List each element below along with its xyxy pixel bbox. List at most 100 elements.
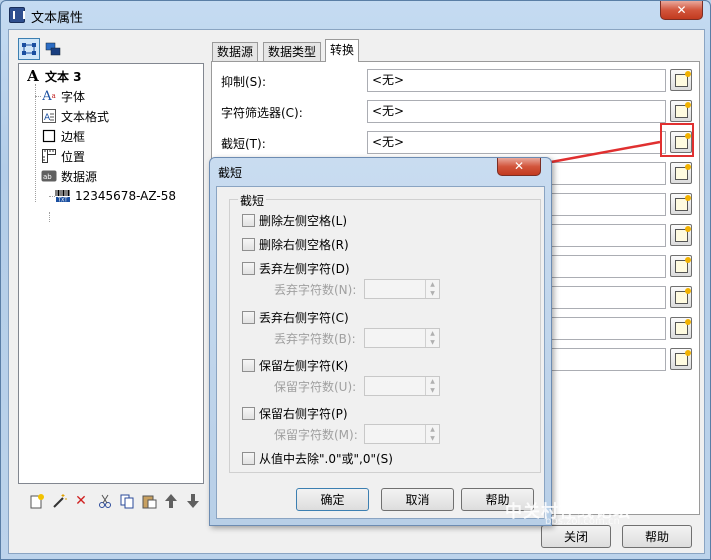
opt-discard-right[interactable]: 丢弃右侧字符(C) — [242, 309, 349, 326]
spin-up-icon[interactable]: ▲ — [426, 329, 439, 338]
delete-icon[interactable]: ✕ — [72, 492, 90, 510]
spin-up-icon[interactable]: ▲ — [426, 280, 439, 289]
cut-icon[interactable] — [96, 492, 114, 510]
truncate-group: 截短 删除左侧空格(L) 删除右侧空格(R) 丢弃左侧字符(D) 丢弃字符数(N… — [229, 192, 541, 473]
spin-down-icon[interactable]: ▼ — [426, 338, 439, 347]
checkbox[interactable] — [242, 359, 255, 372]
discard-right-count-spinner[interactable]: ▲ ▼ — [364, 328, 440, 348]
title-bar[interactable]: 文本属性 ✕ — [1, 1, 710, 29]
edit-properties-icon — [674, 70, 691, 87]
tree-view-button[interactable] — [18, 38, 40, 60]
option-label: 删除右侧空格(R) — [259, 238, 349, 252]
checkbox[interactable] — [242, 214, 255, 227]
keep-left-count-spinner[interactable]: ▲ ▼ — [364, 376, 440, 396]
truncate-dialog: 截短 ✕ 截短 删除左侧空格(L) 删除右侧空格(R) 丢弃左侧字符(D) 丢弃… — [209, 157, 552, 526]
tab-datatype[interactable]: 数据类型 — [263, 42, 322, 62]
spin-up-icon[interactable]: ▲ — [426, 425, 439, 434]
spinner-arrows[interactable]: ▲ ▼ — [425, 329, 439, 347]
tree-connector — [35, 84, 36, 202]
option-label: 丢弃右侧字符(C) — [259, 311, 349, 325]
edit-button-4[interactable] — [670, 162, 692, 184]
suppress-label: 抑制(S): — [221, 75, 267, 89]
spin-down-icon[interactable]: ▼ — [426, 434, 439, 443]
checkbox[interactable] — [242, 262, 255, 275]
tree-item-label: 文本 3 — [45, 69, 82, 84]
spinner-arrows[interactable]: ▲ ▼ — [425, 280, 439, 298]
move-down-icon[interactable] — [184, 492, 202, 510]
tree-item-position[interactable]: 位置 — [41, 147, 85, 165]
suppress-field[interactable]: <无> — [367, 69, 666, 92]
tree-connector — [49, 212, 50, 222]
window-title: 文本属性 — [31, 11, 84, 26]
barcode-text-icon: TXT — [55, 188, 71, 204]
properties-tree[interactable]: A 文本 3 Aa 字体 A 文本格式 边框 位置 ab 数据源 TXT 123… — [18, 63, 204, 484]
opt-trim-left-spaces[interactable]: 删除左侧空格(L) — [242, 212, 347, 229]
ok-button[interactable]: 确定 — [296, 488, 369, 511]
edit-button-7[interactable] — [670, 255, 692, 277]
magic-wand-icon[interactable] — [50, 492, 68, 510]
edit-button-5[interactable] — [670, 193, 692, 215]
edit-button-10[interactable] — [670, 348, 692, 370]
copy-icon[interactable] — [118, 492, 136, 510]
checkbox[interactable] — [242, 407, 255, 420]
checkbox[interactable] — [242, 452, 255, 465]
opt-keep-left[interactable]: 保留左侧字符(K) — [242, 357, 348, 374]
keep-right-count-spinner[interactable]: ▲ ▼ — [364, 424, 440, 444]
tree-item-label: 数据源 — [61, 169, 98, 184]
dialog-client: 截短 删除左侧空格(L) 删除右侧空格(R) 丢弃左侧字符(D) 丢弃字符数(N… — [216, 186, 545, 519]
edit-button-6[interactable] — [670, 224, 692, 246]
option-label: 从值中去除".0"或",0"(S) — [259, 452, 393, 466]
edit-properties-icon — [674, 256, 691, 273]
char-filter-field[interactable]: <无> — [367, 100, 666, 123]
svg-text:ab: ab — [43, 173, 52, 181]
text-format-icon: A — [41, 108, 57, 124]
truncate-label: 截短(T): — [221, 137, 266, 151]
suppress-edit-button[interactable] — [670, 69, 692, 91]
tab-convert[interactable]: 转换 — [325, 39, 360, 62]
opt-discard-left[interactable]: 丢弃左侧字符(D) — [242, 260, 350, 277]
paste-icon[interactable] — [140, 492, 158, 510]
close-button[interactable]: 关闭 — [541, 525, 611, 548]
tree-item-label: 文本格式 — [61, 109, 110, 124]
tab-datasource[interactable]: 数据源 — [212, 42, 259, 62]
checkbox[interactable] — [242, 238, 255, 251]
ruler-icon — [41, 148, 57, 164]
tree-item-text3[interactable]: A 文本 3 — [25, 67, 82, 85]
char-filter-edit-button[interactable] — [670, 100, 692, 122]
edit-properties-icon — [674, 318, 691, 335]
tree-item-label: 字体 — [61, 89, 86, 104]
dialog-close-button[interactable]: ✕ — [497, 158, 541, 176]
spin-down-icon[interactable]: ▼ — [426, 289, 439, 298]
spin-up-icon[interactable]: ▲ — [426, 377, 439, 386]
tree-item-text-format[interactable]: A 文本格式 — [41, 107, 109, 125]
tree-item-border[interactable]: 边框 — [41, 127, 85, 145]
option-label: 保留右侧字符(P) — [259, 407, 348, 421]
border-icon — [41, 128, 57, 144]
datasource-icon: ab — [41, 168, 57, 184]
spinner-arrows[interactable]: ▲ ▼ — [425, 425, 439, 443]
spin-down-icon[interactable]: ▼ — [426, 386, 439, 395]
checkbox[interactable] — [242, 311, 255, 324]
tree-item-label: 12345678-AZ-58 — [75, 189, 176, 203]
help-button[interactable]: 帮助 — [622, 525, 692, 548]
discard-left-count-label: 丢弃字符数(N): — [274, 283, 357, 297]
layers-view-button[interactable] — [42, 38, 64, 60]
discard-left-count-spinner[interactable]: ▲ ▼ — [364, 279, 440, 299]
tree-item-datasource[interactable]: ab 数据源 — [41, 167, 97, 185]
dialog-title: 截短 — [218, 166, 243, 180]
opt-keep-right[interactable]: 保留右侧字符(P) — [242, 405, 348, 422]
svg-text:A: A — [44, 113, 51, 123]
move-up-icon[interactable] — [162, 492, 180, 510]
app-icon — [9, 7, 25, 23]
edit-button-9[interactable] — [670, 317, 692, 339]
tree-item-font[interactable]: Aa 字体 — [35, 87, 86, 105]
edit-properties-icon — [674, 194, 691, 211]
cancel-button[interactable]: 取消 — [381, 488, 454, 511]
spinner-arrows[interactable]: ▲ ▼ — [425, 377, 439, 395]
edit-button-8[interactable] — [670, 286, 692, 308]
opt-strip-zero[interactable]: 从值中去除".0"或",0"(S) — [242, 450, 393, 467]
window-close-button[interactable]: ✕ — [660, 1, 703, 20]
tree-item-datasource-value[interactable]: TXT 12345678-AZ-58 — [49, 187, 176, 205]
new-item-icon[interactable] — [28, 492, 46, 510]
opt-trim-right-spaces[interactable]: 删除右侧空格(R) — [242, 236, 349, 253]
